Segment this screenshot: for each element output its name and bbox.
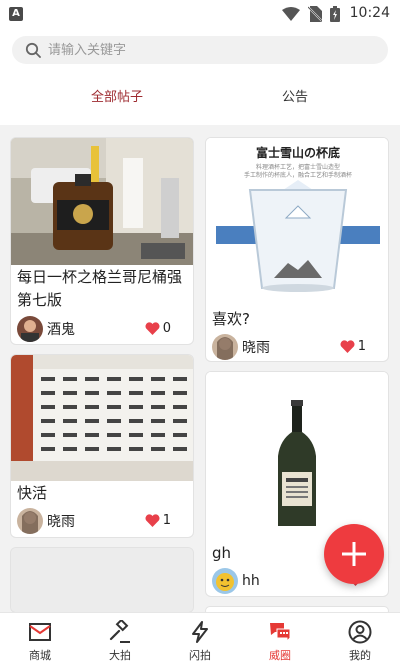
blank-photo bbox=[11, 548, 193, 612]
post-card[interactable]: 快活 晓雨 1 bbox=[10, 354, 194, 538]
avatar bbox=[17, 316, 43, 342]
post-card[interactable] bbox=[10, 547, 194, 613]
status-bar: A 10:24 bbox=[0, 0, 400, 28]
plus-icon bbox=[342, 542, 366, 566]
post-card[interactable]: 富士雪山の杯底 料理酒杯工艺，把富士雪山造型 手工制作的杯底人，融合工艺和手制酒… bbox=[205, 137, 389, 362]
like-count[interactable]: 1 bbox=[340, 339, 366, 354]
search-icon bbox=[25, 42, 41, 58]
like-count-value: 0 bbox=[162, 321, 171, 336]
author-name: hh bbox=[242, 573, 260, 589]
nav-label: 我的 bbox=[349, 649, 371, 662]
post-title: 快活 bbox=[17, 484, 48, 502]
dark-bottle-photo bbox=[206, 372, 388, 532]
header: 全部帖子 公告 bbox=[0, 28, 400, 125]
nav-label: 大拍 bbox=[109, 649, 131, 662]
user-icon bbox=[348, 620, 372, 644]
heart-icon bbox=[145, 514, 160, 527]
whisky-bottle-photo bbox=[11, 138, 193, 265]
mail-icon bbox=[29, 623, 51, 641]
nav-item-profile[interactable]: 我的 bbox=[320, 613, 400, 666]
post-title: 每日一杯之格兰哥尼桶强第七版 bbox=[17, 268, 183, 309]
like-count[interactable]: 0 bbox=[145, 321, 171, 336]
avatar bbox=[212, 568, 238, 594]
tab-announcements[interactable]: 公告 bbox=[282, 86, 308, 105]
add-post-button[interactable] bbox=[324, 524, 384, 584]
author-name: 晓雨 bbox=[47, 514, 75, 530]
app-notification-icon: A bbox=[9, 7, 23, 21]
post-card[interactable]: 每日一杯之格兰哥尼桶强第七版 酒鬼 0 bbox=[10, 137, 194, 345]
gavel-icon bbox=[109, 620, 130, 643]
nav-item-flash[interactable]: 闪拍 bbox=[160, 613, 240, 666]
nav-label: 威圈 bbox=[269, 649, 291, 662]
wifi-icon bbox=[282, 7, 300, 21]
like-count[interactable]: 1 bbox=[145, 513, 171, 528]
bottom-nav: 商城 大拍 闪拍 威圈 我的 bbox=[0, 612, 400, 666]
post-title: 喜欢? bbox=[212, 310, 250, 328]
nav-label: 闪拍 bbox=[189, 649, 211, 662]
post-author[interactable]: 酒鬼 bbox=[17, 316, 75, 342]
post-author[interactable]: hh bbox=[212, 568, 260, 594]
nav-item-mall[interactable]: 商城 bbox=[0, 613, 80, 666]
post-author[interactable]: 晓雨 bbox=[17, 508, 75, 534]
lightning-icon bbox=[192, 621, 208, 643]
post-author[interactable]: 晓雨 bbox=[212, 334, 270, 360]
status-icons bbox=[282, 6, 340, 22]
like-count-value: 1 bbox=[357, 339, 366, 354]
author-name: 晓雨 bbox=[242, 340, 270, 356]
avatar bbox=[17, 508, 43, 534]
battery-icon bbox=[330, 6, 340, 22]
tab-all-posts[interactable]: 全部帖子 bbox=[91, 86, 143, 105]
no-sim-icon bbox=[308, 6, 322, 22]
image-subcaption: 手工制作的杯底人，融合工艺和手制酒杯 bbox=[243, 172, 352, 179]
nav-item-auction[interactable]: 大拍 bbox=[80, 613, 160, 666]
nav-label: 商城 bbox=[29, 649, 51, 662]
like-count-value: 1 bbox=[162, 513, 171, 528]
status-time: 10:24 bbox=[349, 5, 390, 21]
avatar bbox=[212, 334, 238, 360]
nav-item-circle[interactable]: 威圈 bbox=[240, 613, 320, 666]
event-backdrop-photo bbox=[11, 355, 193, 481]
search-bar[interactable] bbox=[12, 36, 388, 64]
search-input[interactable] bbox=[48, 36, 368, 64]
heart-icon bbox=[340, 340, 355, 353]
image-caption: 富士雪山の杯底 bbox=[255, 146, 340, 160]
heart-icon bbox=[145, 322, 160, 335]
author-name: 酒鬼 bbox=[47, 322, 75, 338]
chat-bubbles-icon bbox=[270, 623, 291, 643]
